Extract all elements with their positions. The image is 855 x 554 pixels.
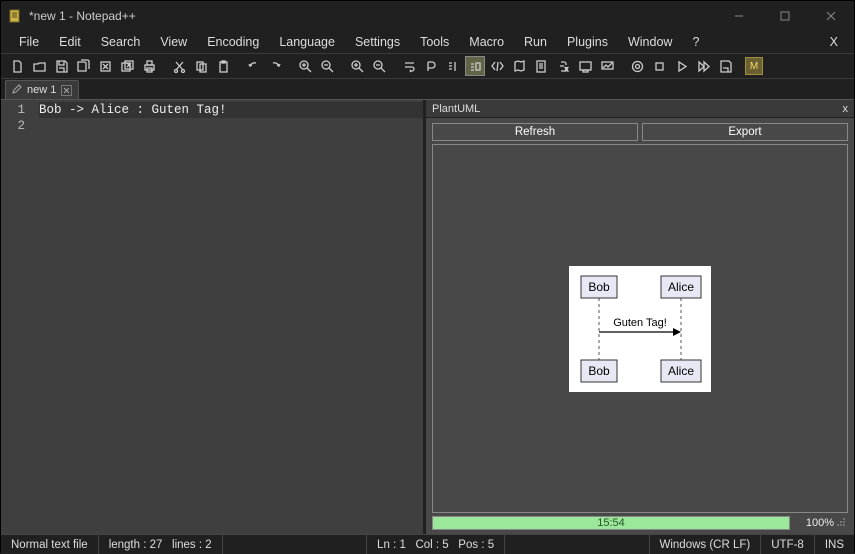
tab-new-1[interactable]: new 1: [5, 80, 79, 99]
menu-tools[interactable]: Tools: [410, 33, 459, 51]
diagram-actor-left: Bob: [588, 280, 610, 294]
code-fold-icon[interactable]: [487, 56, 507, 76]
code-area[interactable]: Bob -> Alice : Guten Tag!: [39, 100, 423, 534]
line-number-gutter: 1 2: [1, 100, 39, 534]
panel-title-bar: PlantUML x: [426, 100, 854, 118]
code-line: [39, 118, 423, 134]
tab-bar: new 1: [1, 79, 854, 100]
menu-help[interactable]: ?: [682, 33, 709, 51]
line-number: 1: [1, 102, 39, 118]
menu-language[interactable]: Language: [269, 33, 345, 51]
panel-title: PlantUML: [432, 103, 480, 115]
menu-search[interactable]: Search: [91, 33, 151, 51]
close-all-icon[interactable]: [117, 56, 137, 76]
zoom-in-icon[interactable]: [295, 56, 315, 76]
new-file-icon[interactable]: [7, 56, 27, 76]
status-mode[interactable]: INS: [815, 535, 854, 554]
sync-h-icon[interactable]: [369, 56, 389, 76]
panel-status: 15:54 100%: [432, 515, 848, 531]
svg-text:x: x: [565, 67, 568, 73]
pencil-icon: [12, 84, 22, 97]
paste-icon[interactable]: [213, 56, 233, 76]
tab-close-icon[interactable]: [61, 85, 72, 96]
minimize-button[interactable]: [716, 1, 762, 31]
svg-text:Bob: Bob: [588, 364, 610, 378]
doc-map-icon[interactable]: [509, 56, 529, 76]
stop-record-icon[interactable]: [649, 56, 669, 76]
menu-bar: File Edit Search View Encoding Language …: [1, 31, 854, 53]
status-length: length : 27 lines : 2: [99, 535, 223, 554]
save-all-icon[interactable]: [73, 56, 93, 76]
monitor-icon[interactable]: [597, 56, 617, 76]
function-list-icon[interactable]: x: [553, 56, 573, 76]
main-area: 1 2 Bob -> Alice : Guten Tag! PlantUML x…: [1, 100, 854, 534]
sync-v-icon[interactable]: [347, 56, 367, 76]
cut-icon[interactable]: [169, 56, 189, 76]
play-icon[interactable]: [671, 56, 691, 76]
menu-view[interactable]: View: [150, 33, 197, 51]
doc-list-icon[interactable]: [531, 56, 551, 76]
panel-status-time: 15:54: [597, 517, 625, 529]
menu-window[interactable]: Window: [618, 33, 682, 51]
plantuml-panel: PlantUML x Refresh Export Bob Alice Bob: [423, 100, 854, 534]
export-button[interactable]: Export: [642, 123, 848, 141]
resize-grip-icon[interactable]: [836, 517, 848, 530]
code-line: Bob -> Alice : Guten Tag!: [39, 102, 423, 118]
indent-guide-icon[interactable]: [443, 56, 463, 76]
status-cursor: Ln : 1 Col : 5 Pos : 5: [367, 535, 505, 554]
status-filetype: Normal text file: [1, 535, 99, 554]
refresh-button[interactable]: Refresh: [432, 123, 638, 141]
play-multi-icon[interactable]: [693, 56, 713, 76]
uml-diagram: Bob Alice Bob Alice Guten Tag!: [569, 266, 711, 392]
undo-icon[interactable]: [243, 56, 263, 76]
zoom-out-icon[interactable]: [317, 56, 337, 76]
diagram-actor-right: Alice: [668, 280, 694, 294]
window-title: *new 1 - Notepad++: [29, 9, 716, 23]
panel-status-pct: 100%: [790, 517, 836, 529]
print-icon[interactable]: [139, 56, 159, 76]
wrap-icon[interactable]: [399, 56, 419, 76]
menu-encoding[interactable]: Encoding: [197, 33, 269, 51]
app-icon: [7, 8, 23, 24]
menu-close-x[interactable]: X: [822, 33, 846, 51]
close-window-button[interactable]: [808, 1, 854, 31]
close-icon[interactable]: [95, 56, 115, 76]
macro-m-icon[interactable]: M: [745, 57, 763, 75]
editor-pane[interactable]: 1 2 Bob -> Alice : Guten Tag!: [1, 100, 423, 534]
copy-icon[interactable]: [191, 56, 211, 76]
status-bar: Normal text file length : 27 lines : 2 L…: [1, 534, 854, 554]
maximize-button[interactable]: [762, 1, 808, 31]
folder-workspace-icon[interactable]: [575, 56, 595, 76]
show-all-icon[interactable]: [421, 56, 441, 76]
menu-run[interactable]: Run: [514, 33, 557, 51]
toolbar: x M: [1, 53, 854, 79]
menu-edit[interactable]: Edit: [49, 33, 91, 51]
title-bar: *new 1 - Notepad++: [1, 1, 854, 31]
status-encoding[interactable]: UTF-8: [761, 535, 815, 554]
save-icon[interactable]: [51, 56, 71, 76]
redo-icon[interactable]: [265, 56, 285, 76]
panel-status-bar: 15:54: [432, 516, 790, 530]
menu-plugins[interactable]: Plugins: [557, 33, 618, 51]
lang-udl-icon[interactable]: [465, 56, 485, 76]
tab-label: new 1: [27, 84, 56, 96]
diagram-message: Guten Tag!: [613, 317, 667, 329]
menu-file[interactable]: File: [9, 33, 49, 51]
line-number: 2: [1, 118, 39, 134]
preview-area[interactable]: Bob Alice Bob Alice Guten Tag!: [432, 144, 848, 513]
menu-settings[interactable]: Settings: [345, 33, 410, 51]
menu-macro[interactable]: Macro: [459, 33, 514, 51]
save-macro-icon[interactable]: [715, 56, 735, 76]
svg-text:Alice: Alice: [668, 364, 694, 378]
record-icon[interactable]: [627, 56, 647, 76]
panel-close-icon[interactable]: x: [843, 103, 849, 115]
open-file-icon[interactable]: [29, 56, 49, 76]
status-eol[interactable]: Windows (CR LF): [650, 535, 762, 554]
